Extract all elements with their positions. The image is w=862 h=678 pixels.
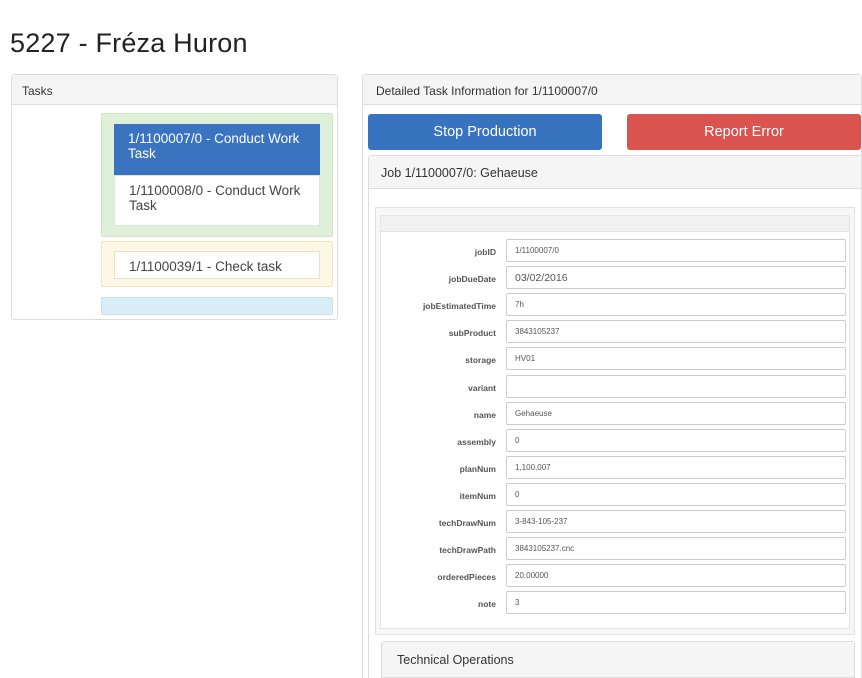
field-row-assembly: assembly 0 (381, 428, 851, 456)
field-label: techDrawNum (438, 518, 496, 528)
field-row-jobid: jobID 1/1100007/0 (381, 239, 851, 266)
tasks-panel-heading: Tasks (12, 75, 337, 105)
field-row-orderedpieces: orderedPieces 20.00000 (381, 564, 851, 591)
field-label: storage (465, 355, 496, 366)
storage-field[interactable]: HV01 (506, 347, 846, 371)
variant-field[interactable] (506, 374, 846, 398)
itemnum-field[interactable]: 0 (506, 482, 846, 506)
jobid-field[interactable]: 1/1100007/0 (506, 239, 846, 262)
field-label: note (478, 599, 496, 610)
task-group-pending: 1/1100039/1 - Check task (101, 241, 333, 287)
note-field[interactable]: 3 (506, 591, 846, 615)
technical-operations-box: Technical Operations (381, 641, 855, 678)
job-form-header (381, 216, 849, 232)
field-row-plannum: planNum 1,100,007 (381, 455, 851, 483)
task-item[interactable]: 1/1100039/1 - Check task (114, 251, 320, 279)
task-group-in-progress: 1/1100007/0 - Conduct Work Task 1/110000… (101, 113, 333, 237)
field-row-name: name Gehaeuse (381, 401, 851, 429)
field-row-itemnum: itemNum 0 (381, 482, 851, 510)
field-label: orderedPieces (437, 572, 496, 583)
field-row-subproduct: subProduct 3843105237 (381, 320, 851, 347)
jobestimatedtime-field[interactable]: 7h (506, 293, 846, 317)
report-error-button[interactable]: Report Error (627, 114, 861, 150)
technical-operations-heading: Technical Operations (382, 642, 854, 678)
techdrawnum-field[interactable]: 3-843-105-237 (506, 510, 846, 533)
field-row-storage: storage HV01 (381, 347, 851, 374)
field-label: name (473, 409, 496, 420)
task-item-active[interactable]: 1/1100007/0 - Conduct Work Task (114, 124, 320, 175)
field-row-jobestimatedtime: jobEstimatedTime 7h (381, 293, 851, 320)
jobduedate-field[interactable]: 03/02/2016 (506, 266, 846, 290)
field-label: jobEstimatedTime (422, 301, 496, 312)
job-info-box: Job 1/1100007/0: Gehaeuse jobID 1/1100007… (368, 155, 862, 678)
task-item[interactable]: 1/1100008/0 - Conduct Work Task (114, 175, 320, 226)
field-label: variant (468, 382, 496, 393)
field-label: itemNum (459, 490, 496, 501)
plannum-field[interactable]: 1,100,007 (506, 455, 846, 479)
field-label: subProduct (448, 328, 496, 339)
task-group-empty (101, 297, 333, 315)
subproduct-field[interactable]: 3843105237 (506, 320, 846, 344)
field-row-variant: variant (381, 374, 851, 402)
field-label: assembly (457, 436, 496, 447)
field-row-jobduedate: jobDueDate 03/02/2016 (381, 266, 851, 293)
field-row-note: note 3 (381, 591, 851, 618)
tasks-panel: Tasks 1/1100007/0 - Conduct Work Task 1/… (11, 74, 338, 320)
orderedpieces-field[interactable]: 20.00000 (506, 564, 846, 588)
task-detail-heading: Detailed Task Information for 1/1100007/… (363, 75, 861, 105)
job-heading: Job 1/1100007/0: Gehaeuse (369, 156, 861, 189)
techdrawpath-field[interactable]: 3843105237.cnc (506, 537, 846, 561)
job-form-container: jobID 1/1100007/0 jobDueDate 03/02/2016 jobE… (375, 207, 855, 635)
field-label: jobID (474, 247, 496, 257)
field-label: jobDueDate (448, 274, 496, 285)
page-title: 5227 - Fréza Huron (10, 28, 248, 58)
job-form: jobID 1/1100007/0 jobDueDate 03/02/2016 jobE… (380, 215, 850, 629)
field-label: planNum (459, 463, 496, 474)
stop-production-button[interactable]: Stop Production (368, 114, 602, 150)
name-field[interactable]: Gehaeuse (506, 401, 846, 425)
field-label: techDrawPath (439, 545, 496, 556)
task-detail-panel: Detailed Task Information for 1/1100007/… (362, 74, 862, 678)
field-row-techdrawnum: techDrawNum 3-843-105-237 (381, 510, 851, 537)
assembly-field[interactable]: 0 (506, 428, 846, 452)
field-row-techdrawpath: techDrawPath 3843105237.cnc (381, 537, 851, 564)
